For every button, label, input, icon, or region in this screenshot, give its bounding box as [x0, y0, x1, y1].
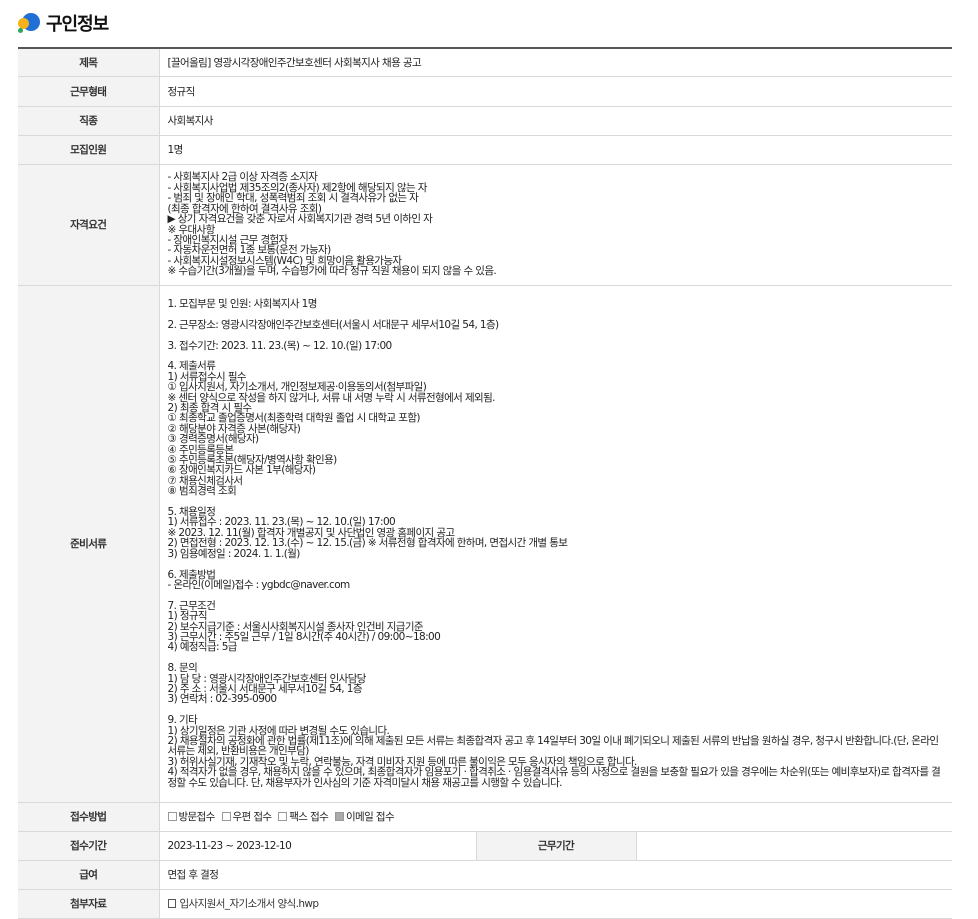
headcount-value: 1명	[159, 135, 953, 165]
row-application-period: 접수기간 2023-11-23 ~ 2023-12-10 근무기간	[18, 831, 953, 861]
page-header: 구인정보	[18, 10, 109, 36]
employment-type-value: 정규직	[159, 76, 953, 107]
checkbox-icon	[221, 812, 231, 821]
checkbox-icon	[167, 812, 177, 821]
work-period-label: 근무기간	[475, 831, 637, 861]
attachment-label: 첨부자료	[18, 889, 160, 919]
attachment-cell: 입사지원서_자기소개서 양식.hwp	[159, 889, 953, 919]
row-application-method: 접수방법 방문접수 우편 접수 팩스 접수 이메일 접수	[18, 802, 953, 832]
documents-value: 1. 모집부문 및 인원: 사회복지사 1명 2. 근무장소: 영광시각장애인주…	[159, 285, 953, 803]
job-category-value: 사회복지사	[159, 106, 953, 136]
row-attachment: 첨부자료 입사지원서_자기소개서 양식.hwp	[18, 889, 953, 919]
qualifications-label: 자격요건	[18, 164, 160, 286]
method-email: 이메일 접수	[334, 811, 395, 823]
title-value: [끌어올림] 영광시각장애인주간보호센터 사회복지사 채용 공고	[159, 48, 953, 77]
row-title: 제목 [끌어올림] 영광시각장애인주간보호센터 사회복지사 채용 공고	[18, 48, 953, 77]
salary-value: 면접 후 결정	[159, 860, 953, 890]
salary-label: 급여	[18, 860, 160, 890]
row-employment-type: 근무형태 정규직	[18, 76, 953, 107]
row-headcount: 모집인원 1명	[18, 135, 953, 165]
logo-icon	[18, 12, 40, 34]
application-period-label: 접수기간	[18, 831, 160, 861]
employment-type-label: 근무형태	[18, 76, 160, 107]
checkbox-icon	[278, 812, 288, 821]
headcount-label: 모집인원	[18, 135, 160, 165]
title-label: 제목	[18, 48, 160, 77]
method-mail: 우편 접수	[221, 811, 272, 823]
documents-label: 준비서류	[18, 285, 160, 803]
job-category-label: 직종	[18, 106, 160, 136]
work-period-value	[636, 831, 953, 861]
application-method-options: 방문접수 우편 접수 팩스 접수 이메일 접수	[159, 802, 953, 832]
checkbox-checked-icon	[334, 812, 344, 821]
file-icon	[167, 899, 176, 908]
job-info-table: 제목 [끌어올림] 영광시각장애인주간보호센터 사회복지사 채용 공고 근무형태…	[18, 47, 953, 919]
attachment-link[interactable]: 입사지원서_자기소개서 양식.hwp	[180, 898, 320, 910]
row-qualifications: 자격요건 - 사회복지사 2급 이상 자격증 소지자 - 사회복지사업법 제35…	[18, 164, 953, 286]
row-salary: 급여 면접 후 결정	[18, 860, 953, 890]
method-visit: 방문접수	[167, 811, 215, 823]
qualifications-value: - 사회복지사 2급 이상 자격증 소지자 - 사회복지사업법 제35조의2(종…	[159, 164, 953, 286]
row-documents: 준비서류 1. 모집부문 및 인원: 사회복지사 1명 2. 근무장소: 영광시…	[18, 285, 953, 803]
application-method-label: 접수방법	[18, 802, 160, 832]
page-title: 구인정보	[46, 14, 109, 35]
application-period-value: 2023-11-23 ~ 2023-12-10	[159, 831, 476, 861]
method-fax: 팩스 접수	[278, 811, 329, 823]
row-job-category: 직종 사회복지사	[18, 106, 953, 136]
